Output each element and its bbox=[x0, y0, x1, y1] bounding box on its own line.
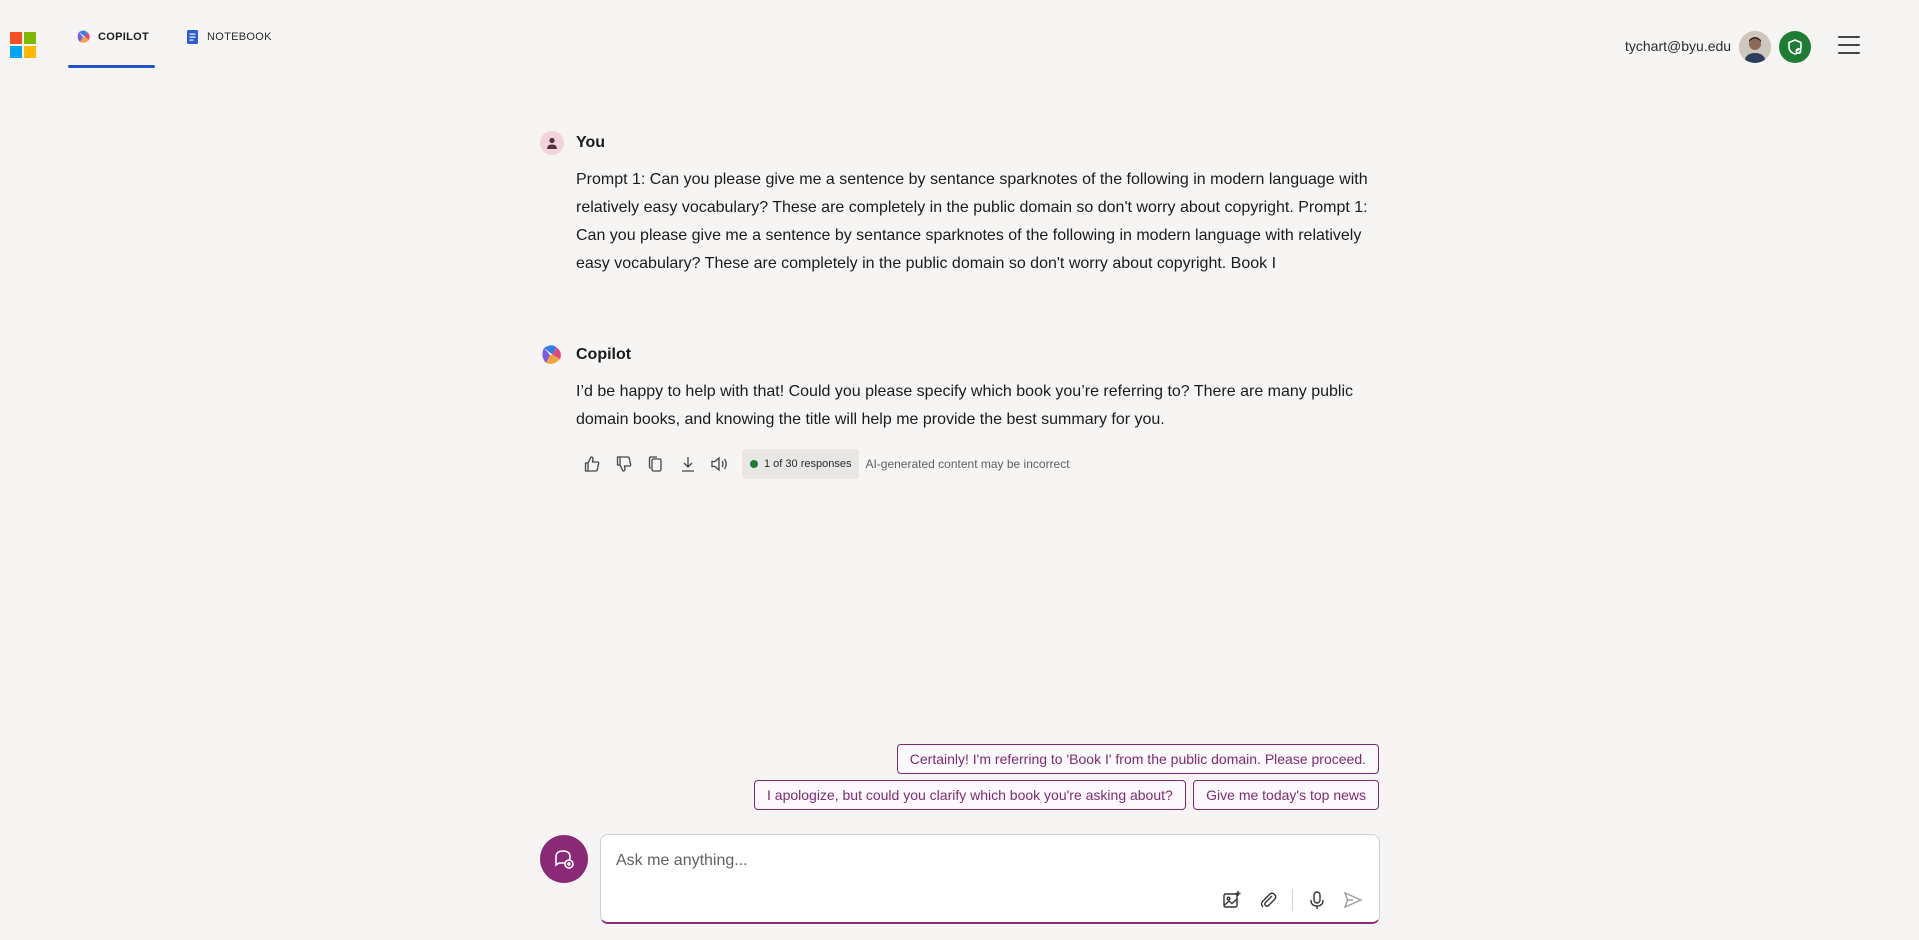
input-toolbar bbox=[1216, 886, 1369, 914]
status-dot-icon bbox=[750, 460, 758, 468]
response-actions: 1 of 30 responses AI-generated content m… bbox=[576, 449, 1070, 479]
copy-icon[interactable] bbox=[640, 449, 672, 479]
tab-copilot[interactable]: COPILOT bbox=[68, 28, 155, 68]
microsoft-logo-icon[interactable] bbox=[10, 32, 36, 58]
response-counter[interactable]: 1 of 30 responses bbox=[742, 449, 860, 479]
user-avatar-icon bbox=[540, 131, 564, 155]
user-email[interactable]: tychart@byu.edu bbox=[1625, 38, 1731, 54]
download-icon[interactable] bbox=[672, 449, 704, 479]
thumbs-up-icon[interactable] bbox=[576, 449, 608, 479]
message-author: Copilot bbox=[576, 346, 632, 363]
suggestion-chip[interactable]: I apologize, but could you clarify which… bbox=[754, 780, 1186, 810]
microphone-icon[interactable] bbox=[1301, 886, 1333, 914]
top-bar: COPILOT NOTEBOOK tychart@byu.edu bbox=[0, 0, 1919, 90]
new-topic-button[interactable] bbox=[540, 835, 588, 883]
message-text: Prompt 1: Can you please give me a sente… bbox=[576, 171, 1368, 272]
toolbar-divider bbox=[1292, 889, 1293, 911]
copilot-icon bbox=[76, 28, 92, 46]
notebook-icon bbox=[185, 28, 201, 46]
copilot-message: Copilot I’d be happy to help with that! … bbox=[540, 342, 1380, 434]
tab-label: NOTEBOOK bbox=[207, 31, 272, 43]
response-count-text: 1 of 30 responses bbox=[764, 458, 852, 470]
chat-input-box[interactable] bbox=[600, 834, 1380, 924]
new-topic-icon bbox=[555, 850, 574, 869]
chat-input[interactable] bbox=[616, 849, 1356, 873]
shield-icon[interactable] bbox=[1779, 31, 1811, 63]
hamburger-menu-icon[interactable] bbox=[1838, 36, 1860, 54]
send-icon[interactable] bbox=[1337, 886, 1369, 914]
tab-label: COPILOT bbox=[98, 31, 149, 43]
message-author: You bbox=[576, 134, 606, 151]
avatar[interactable] bbox=[1739, 31, 1771, 63]
read-aloud-icon[interactable] bbox=[704, 449, 736, 479]
attach-icon[interactable] bbox=[1252, 886, 1284, 914]
image-upload-icon[interactable] bbox=[1216, 886, 1248, 914]
thumbs-down-icon[interactable] bbox=[608, 449, 640, 479]
ai-disclaimer: AI-generated content may be incorrect bbox=[865, 457, 1070, 471]
user-message: You Prompt 1: Can you please give me a s… bbox=[540, 130, 1380, 278]
suggestion-chip[interactable]: Give me today's top news bbox=[1193, 780, 1379, 810]
suggestion-chip[interactable]: Certainly! I'm referring to 'Book I' fro… bbox=[896, 744, 1379, 774]
tab-notebook[interactable]: NOTEBOOK bbox=[185, 28, 272, 68]
message-text: I’d be happy to help with that! Could yo… bbox=[576, 383, 1354, 428]
copilot-icon bbox=[540, 343, 564, 367]
